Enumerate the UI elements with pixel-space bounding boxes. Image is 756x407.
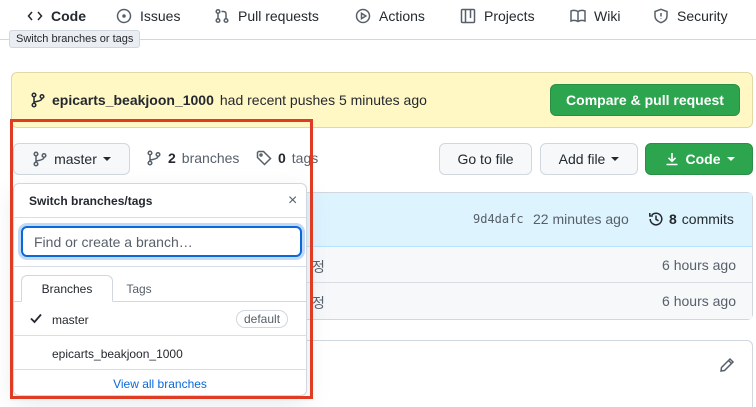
- book-icon: [570, 9, 586, 23]
- edit-readme-button[interactable]: [719, 357, 735, 376]
- file-commit-message[interactable]: 정: [312, 293, 325, 313]
- tab-wiki[interactable]: Wiki: [570, 0, 620, 32]
- tab-wiki-label: Wiki: [594, 8, 621, 24]
- tab-actions[interactable]: Actions: [355, 0, 425, 32]
- code-icon: [27, 11, 43, 21]
- file-commit-age: 6 hours ago: [662, 257, 736, 273]
- highlight-box: [10, 119, 313, 399]
- tab-security[interactable]: Security: [653, 0, 728, 32]
- tab-security-label: Security: [677, 8, 728, 24]
- shield-icon: [654, 8, 668, 24]
- tab-issues[interactable]: Issues: [116, 0, 180, 32]
- compare-pull-request-button[interactable]: Compare & pull request: [550, 84, 740, 116]
- commits-link[interactable]: 8 commits: [648, 211, 734, 227]
- caret-down-icon: [611, 157, 620, 161]
- file-list: 9d4dafc 22 minutes ago 8 commits 정 6 hou…: [300, 192, 753, 320]
- banner-branch-name[interactable]: epicarts_beakjoon_1000: [52, 92, 214, 108]
- pull-request-icon: [215, 8, 229, 24]
- tab-branches[interactable]: Branches: [21, 275, 113, 302]
- commits-label: commits: [681, 211, 734, 227]
- file-commit-age: 6 hours ago: [662, 293, 736, 309]
- git-branch-icon: [30, 92, 46, 108]
- file-row[interactable]: 정 6 hours ago: [300, 247, 752, 283]
- add-file-button[interactable]: Add file: [540, 143, 638, 175]
- code-button[interactable]: Code: [645, 143, 753, 175]
- commit-hash[interactable]: 9d4dafc: [473, 212, 524, 226]
- caret-down-icon: [726, 157, 735, 161]
- pencil-icon: [720, 357, 735, 372]
- table-icon: [460, 8, 476, 24]
- tab-projects[interactable]: Projects: [460, 0, 535, 32]
- tab-issues-label: Issues: [140, 8, 181, 24]
- file-row[interactable]: 정 6 hours ago: [300, 283, 752, 319]
- banner-message: had recent pushes 5 minutes ago: [219, 92, 427, 108]
- code-button-label: Code: [685, 151, 721, 167]
- readme-box: [300, 340, 753, 407]
- tab-actions-label: Actions: [379, 8, 425, 24]
- add-file-label: Add file: [558, 151, 606, 167]
- tab-code[interactable]: Code: [27, 0, 86, 32]
- go-to-file-button[interactable]: Go to file: [439, 143, 532, 175]
- history-icon: [649, 212, 663, 226]
- tab-pull-requests-label: Pull requests: [238, 8, 319, 24]
- commit-time: 22 minutes ago: [533, 211, 629, 227]
- issue-icon: [116, 8, 132, 24]
- tab-pull-requests[interactable]: Pull requests: [214, 0, 319, 32]
- file-commit-message[interactable]: 정: [312, 257, 325, 277]
- branch-tooltip: Switch branches or tags: [9, 30, 141, 48]
- download-icon: [666, 153, 677, 166]
- commits-count: 8: [669, 211, 677, 227]
- tab-code-label: Code: [51, 8, 86, 24]
- latest-commit-bar: 9d4dafc 22 minutes ago 8 commits: [300, 193, 752, 247]
- tab-projects-label: Projects: [484, 8, 535, 24]
- play-icon: [355, 8, 371, 24]
